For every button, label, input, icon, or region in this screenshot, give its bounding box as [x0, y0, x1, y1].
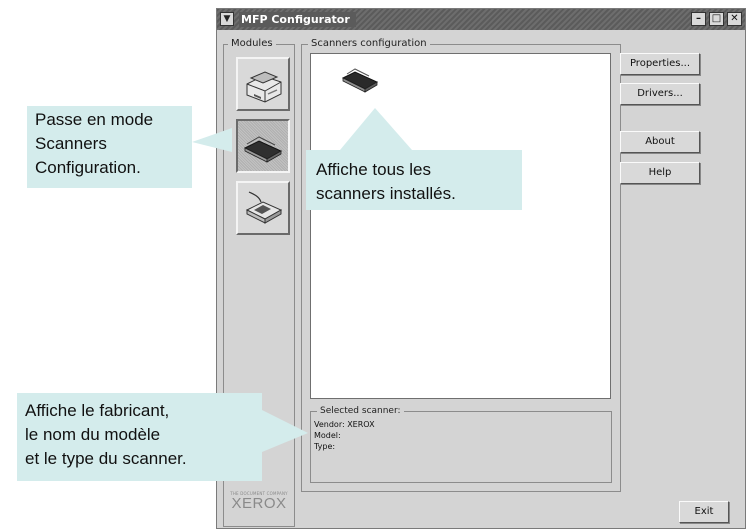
scanners-configuration-group: Scanners configuration Selected scanner:… [301, 38, 621, 492]
selected-scanner-label: Selected scanner: [317, 405, 404, 417]
mfp-configurator-window: ▼ MFP Configurator – □ ✕ Modules THE DOC… [216, 8, 746, 529]
callout-scanner-details: Affiche le fabricant, le nom du modèle e… [17, 393, 262, 481]
callout-scanner-details-line-3: et le type du scanner. [25, 449, 187, 468]
scanners-module-button[interactable] [236, 119, 290, 173]
callout-scanners-mode-line-3: Configuration. [35, 158, 141, 177]
printers-module-button[interactable] [236, 57, 290, 111]
window-title: MFP Configurator [239, 12, 356, 27]
callout-scanner-details-line-2: le nom du modèle [25, 425, 161, 444]
callout-installed-scanners-line-1: Affiche tous les [316, 160, 431, 179]
model-value: Model: [314, 431, 341, 440]
selected-scanner-group: Selected scanner: Vendor: XEROX Model: T… [310, 405, 612, 483]
drivers-button[interactable]: Drivers... [620, 83, 700, 105]
properties-button[interactable]: Properties... [620, 53, 700, 75]
callout-scanners-mode-line-1: Passe en mode [35, 110, 154, 129]
port-icon [245, 191, 283, 224]
scanners-configuration-label: Scanners configuration [308, 38, 430, 50]
close-button[interactable]: ✕ [727, 12, 742, 26]
modules-label: Modules [228, 38, 276, 50]
ports-module-button[interactable] [236, 181, 290, 235]
scanner-icon [243, 136, 283, 163]
help-button[interactable]: Help [620, 162, 700, 184]
callout-scanners-mode: Passe en mode Scanners Configuration. [27, 106, 192, 188]
window-controls: – □ ✕ [691, 12, 742, 26]
exit-button[interactable]: Exit [679, 501, 729, 523]
title-bar[interactable]: ▼ MFP Configurator – □ ✕ [217, 9, 745, 30]
about-button[interactable]: About [620, 131, 700, 153]
xerox-logo: THE DOCUMENT COMPANY XEROX [228, 491, 290, 512]
window-menu-icon[interactable]: ▼ [220, 12, 234, 26]
xerox-wordmark: XEROX [231, 495, 287, 512]
maximize-button[interactable]: □ [709, 12, 724, 26]
callout-scanner-details-line-1: Affiche le fabricant, [25, 401, 170, 420]
callout-installed-scanners: Affiche tous les scanners installés. [306, 150, 522, 210]
installed-scanner-icon[interactable] [339, 66, 383, 98]
minimize-button[interactable]: – [691, 12, 706, 26]
printer-icon [246, 71, 282, 103]
scanners-list[interactable] [310, 53, 611, 399]
stage: ▼ MFP Configurator – □ ✕ Modules THE DOC… [0, 0, 750, 529]
callout-scanners-mode-line-2: Scanners [35, 134, 107, 153]
callout-installed-scanners-line-2: scanners installés. [316, 184, 456, 203]
type-value: Type: [314, 442, 336, 451]
vendor-value: Vendor: XEROX [314, 420, 375, 429]
